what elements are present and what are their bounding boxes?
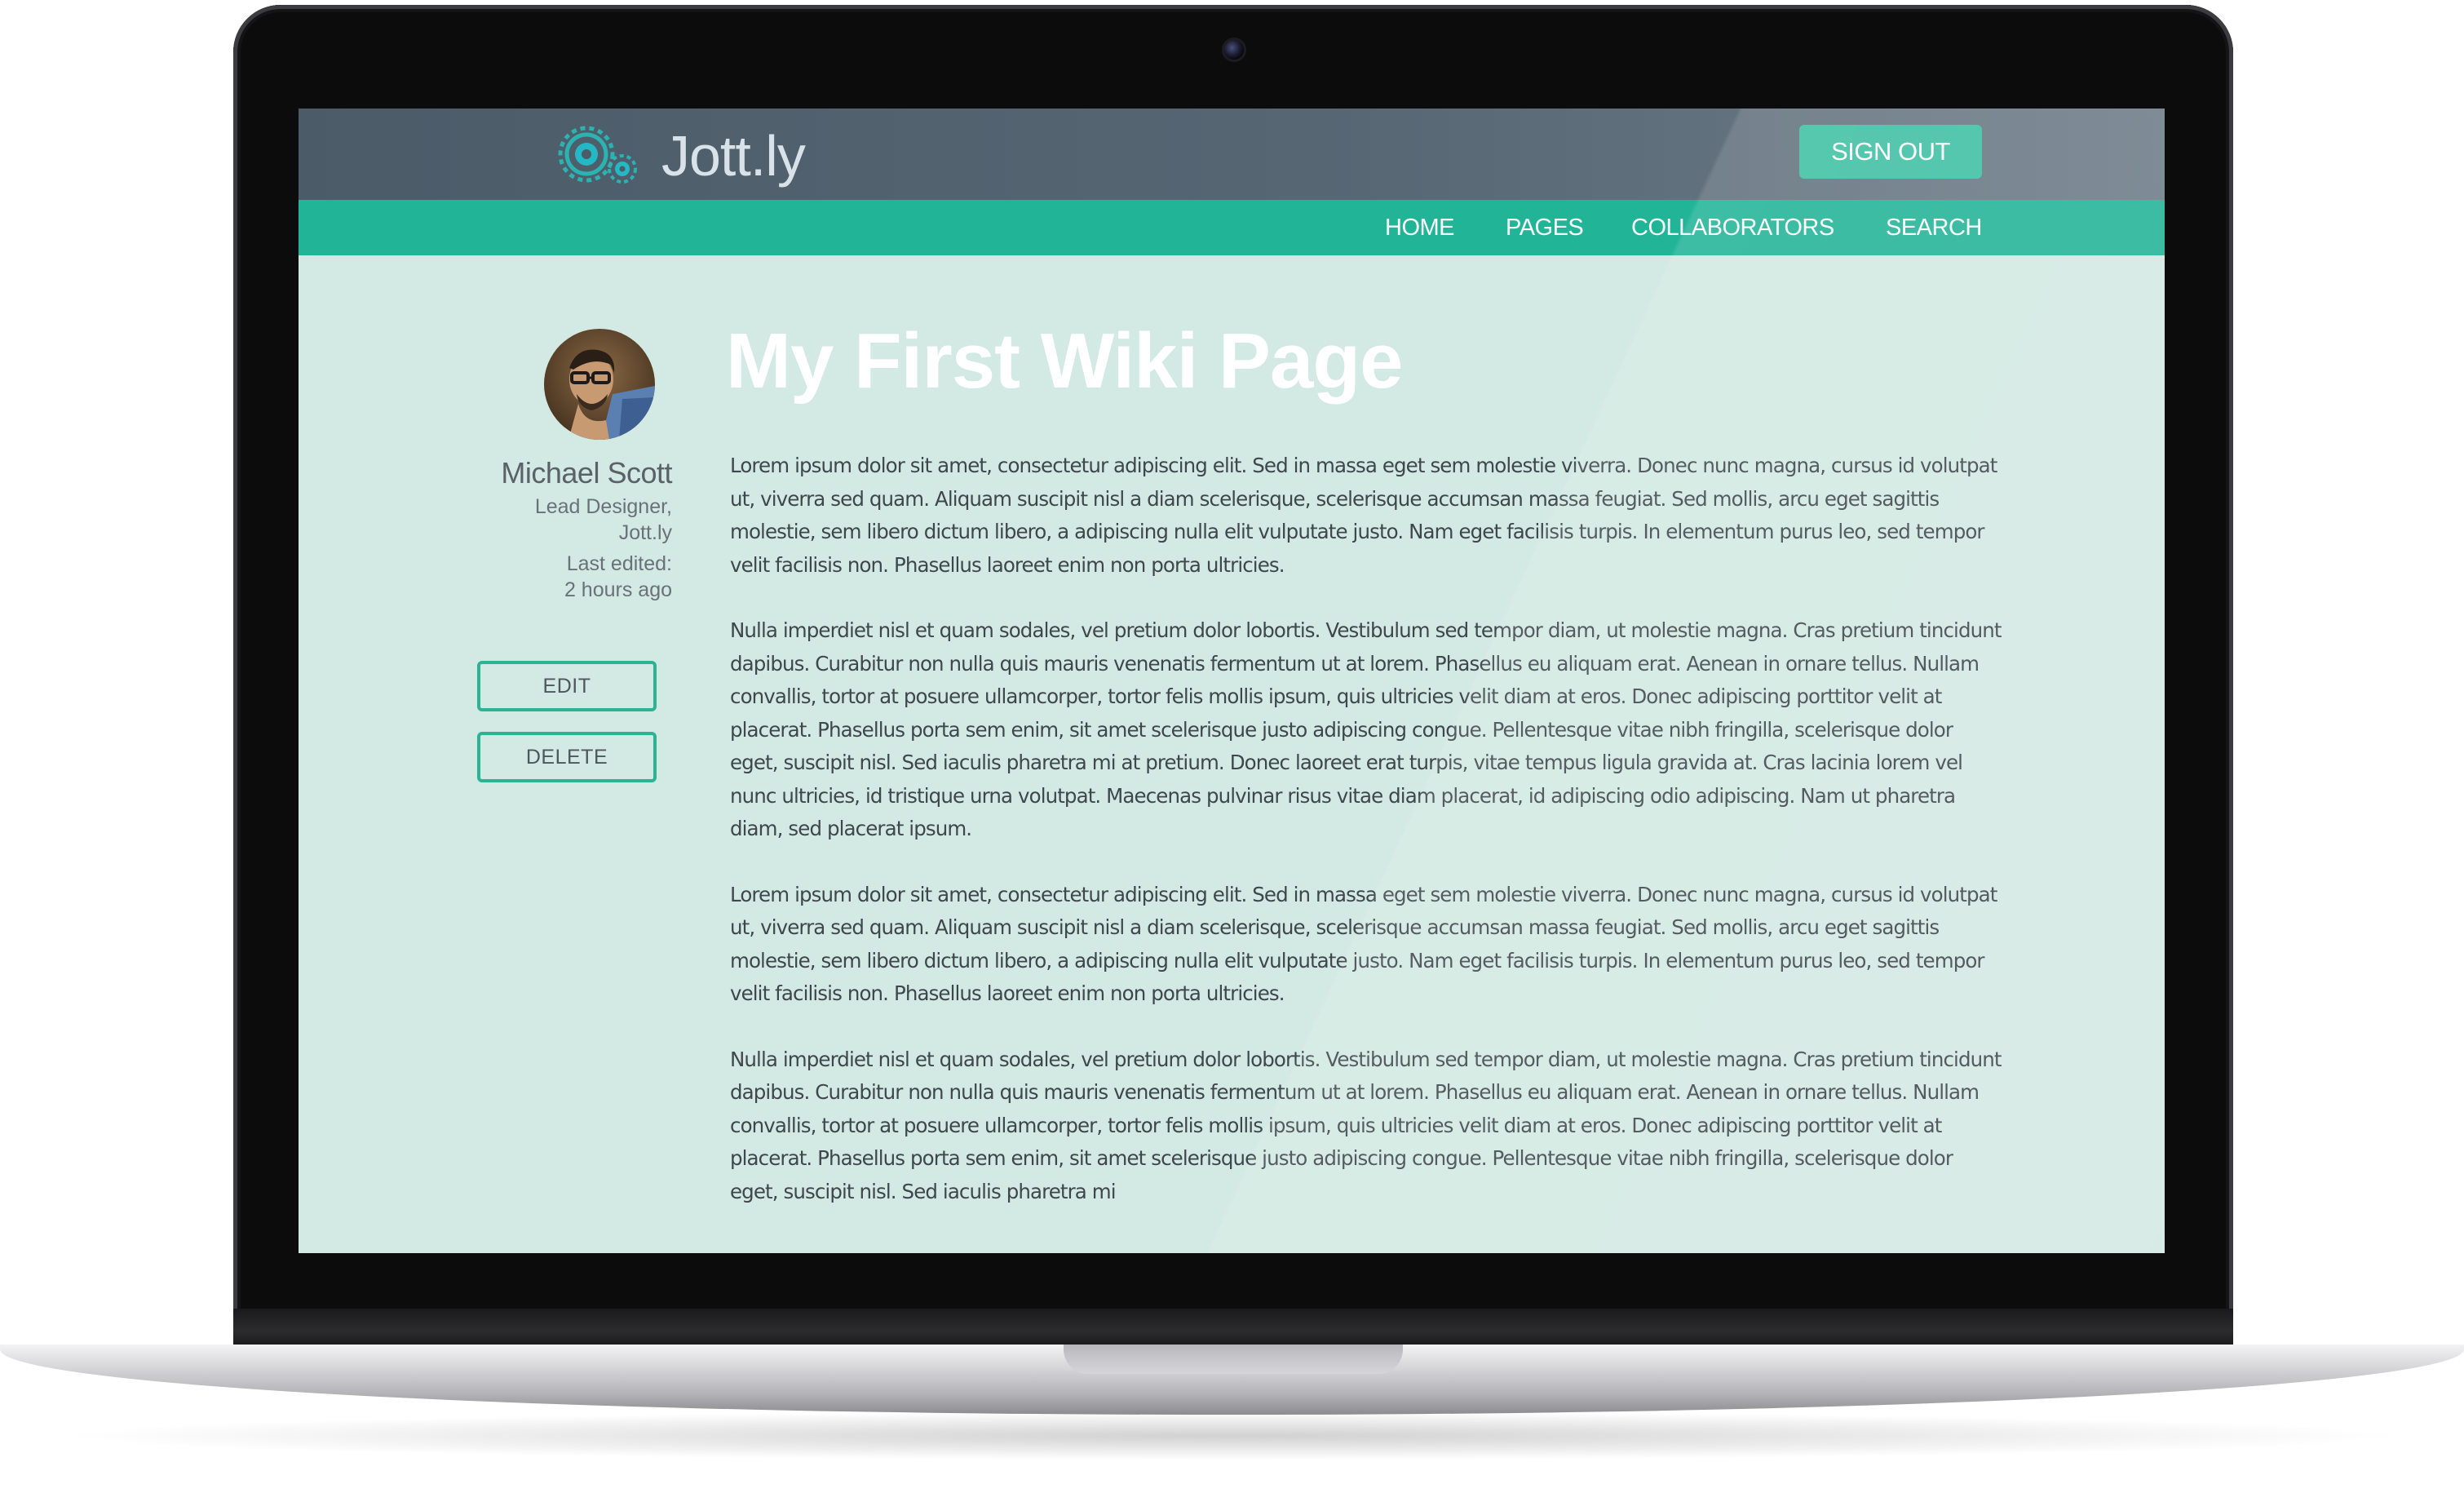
paragraph: Lorem ipsum dolor sit amet, consectetur … xyxy=(730,454,1997,577)
screen: Jott.ly SIGN OUT HOME PAGES COLLABORATOR… xyxy=(299,109,2165,1253)
paragraph: Nulla imperdiet nisl et quam sodales, ve… xyxy=(730,618,2002,840)
delete-button[interactable]: DELETE xyxy=(477,732,657,782)
paragraph: Lorem ipsum dolor sit amet, consectetur … xyxy=(730,882,1997,1006)
nav-bar: HOME PAGES COLLABORATORS SEARCH xyxy=(299,200,2165,255)
author-company: Jott.ly xyxy=(618,521,672,544)
author-name: Michael Scott xyxy=(501,456,672,490)
last-edited-label: Last edited: xyxy=(566,552,672,575)
nav-search[interactable]: SEARCH xyxy=(1886,200,1982,255)
paragraph: Nulla imperdiet nisl et quam sodales, ve… xyxy=(730,1047,2002,1203)
author-role: Lead Designer, xyxy=(534,495,672,518)
avatar[interactable] xyxy=(544,329,655,440)
laptop-notch xyxy=(1064,1345,1403,1374)
page-title: My First Wiki Page xyxy=(726,317,1403,405)
logo[interactable]: Jott.ly xyxy=(549,118,806,193)
gear-logo-icon xyxy=(558,126,637,184)
edit-button[interactable]: EDIT xyxy=(477,661,657,711)
user-avatar-icon xyxy=(544,329,655,440)
camera-icon xyxy=(1224,40,1244,60)
sign-out-button[interactable]: SIGN OUT xyxy=(1799,125,1982,179)
last-edited-value: 2 hours ago xyxy=(564,578,672,601)
top-bar: Jott.ly SIGN OUT xyxy=(299,109,2165,200)
logo-text: Jott.ly xyxy=(661,124,806,188)
laptop-hinge xyxy=(233,1309,2233,1346)
laptop-shadow xyxy=(49,1411,2414,1460)
nav-home[interactable]: HOME xyxy=(1385,200,1455,255)
nav-collaborators[interactable]: COLLABORATORS xyxy=(1631,200,1834,255)
nav-pages[interactable]: PAGES xyxy=(1506,200,1584,255)
page-content: Lorem ipsum dolor sit amet, consectetur … xyxy=(730,450,2002,1241)
